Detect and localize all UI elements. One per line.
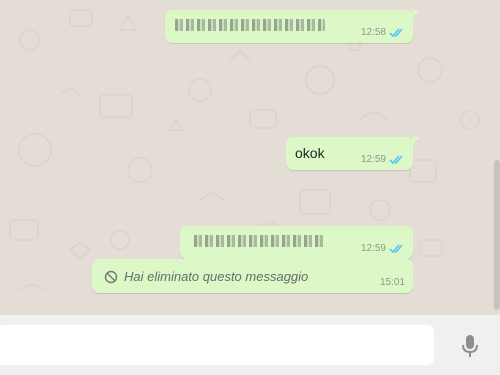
scrollbar[interactable] — [494, 160, 500, 310]
read-ticks-icon — [389, 28, 403, 37]
bubble-tail — [412, 10, 420, 18]
message-time: 12:59 — [360, 154, 386, 165]
redacted-text — [175, 19, 325, 31]
bubble-tail — [412, 137, 420, 145]
deleted-message-text: Hai eliminato questo messaggio — [124, 269, 309, 284]
message-input[interactable] — [0, 324, 435, 366]
chat-panel[interactable]: 12:58 okok 12:59 12:59 Hai eliminato que… — [0, 0, 500, 315]
message-meta: 15:01 — [380, 277, 405, 288]
message-bubble[interactable]: 12:59 — [180, 226, 413, 259]
composer-bar — [0, 315, 500, 375]
read-ticks-icon — [389, 244, 403, 253]
message-text: okok — [295, 145, 325, 161]
message-bubble[interactable]: 12:58 — [165, 10, 420, 43]
message-meta: 12:59 — [361, 154, 405, 165]
redacted-text — [194, 235, 324, 247]
deleted-message-bubble[interactable]: Hai eliminato questo messaggio 15:01 — [92, 259, 413, 293]
ban-icon — [104, 270, 118, 283]
message-bubble[interactable]: okok 12:59 — [286, 137, 420, 170]
message-meta: 12:58 — [361, 27, 405, 38]
message-time: 15:01 — [379, 277, 405, 288]
message-time: 12:58 — [360, 27, 386, 38]
message-meta: 12:59 — [361, 243, 405, 254]
deleted-message: Hai eliminato questo messaggio — [104, 269, 308, 284]
read-ticks-icon — [389, 155, 403, 164]
microphone-icon[interactable] — [459, 333, 481, 359]
message-time: 12:59 — [360, 243, 386, 254]
